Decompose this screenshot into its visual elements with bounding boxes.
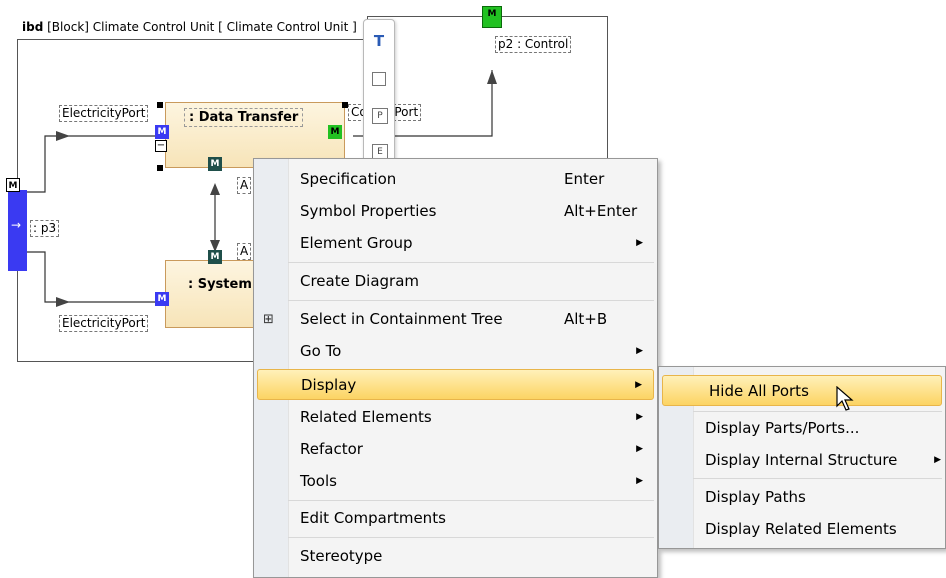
menu-item-label: Symbol Properties — [300, 202, 437, 220]
collapse-icon[interactable]: − — [155, 140, 167, 152]
a-port-label-top: A — [237, 177, 252, 194]
selection-handle[interactable] — [157, 102, 163, 108]
menu-item-label: Select in Containment Tree — [300, 310, 503, 328]
menu-item-label: Hide All Ports — [709, 382, 809, 400]
menu-item-label: Display Paths — [705, 488, 806, 506]
menu-item-shortcut: Enter — [564, 170, 605, 188]
a-port-top[interactable]: M — [208, 157, 222, 171]
text-box-button[interactable]: T — [370, 32, 388, 50]
submenu-arrow-icon: ▶ — [636, 346, 643, 356]
context-menu: Specification Enter Symbol Properties Al… — [253, 158, 658, 578]
menu-item-label: Display Related Elements — [705, 520, 897, 538]
submenu-arrow-icon: ▶ — [636, 412, 643, 422]
system-block-name: : System — [188, 277, 252, 292]
mouse-cursor-icon — [836, 386, 854, 411]
menu-item-label: Related Elements — [300, 408, 432, 426]
tree-icon: ⊞ — [263, 312, 274, 327]
electricity-port-label-top: ElectricityPort — [59, 105, 149, 122]
p3-port[interactable]: → — [8, 190, 27, 271]
menu-item-tools[interactable]: Tools ▶ — [254, 466, 657, 497]
submenu-arrow-icon: ▶ — [636, 238, 643, 248]
electricity-port-bottom[interactable]: M — [155, 292, 169, 306]
electricity-port-top[interactable]: M — [155, 125, 169, 139]
a-port-bottom[interactable]: M — [208, 250, 222, 264]
menu-item-specification[interactable]: Specification Enter — [254, 164, 657, 195]
menu-item-related-elements[interactable]: Related Elements ▶ — [254, 402, 657, 433]
port-badge: M — [6, 178, 20, 192]
submenu-arrow-icon: ▶ — [636, 444, 643, 454]
menu-item-create-diagram[interactable]: Create Diagram — [254, 266, 657, 297]
submenu-arrow-icon: ▶ — [934, 455, 941, 465]
menu-separator — [288, 262, 654, 263]
menu-item-display[interactable]: Display ▶ — [257, 369, 654, 400]
menu-item-shortcut: Alt+Enter — [564, 202, 638, 220]
menu-item-label: Display Internal Structure — [705, 451, 898, 469]
menu-item-display-internal-structure[interactable]: Display Internal Structure ▶ — [659, 445, 945, 476]
smart-manipulator-toolbar: T P E — [363, 19, 395, 171]
menu-item-label: Specification — [300, 170, 397, 188]
submenu-arrow-icon: ▶ — [636, 476, 643, 486]
part-button[interactable]: P — [372, 108, 388, 124]
port-badge: M — [487, 9, 497, 19]
menu-item-label: Element Group — [300, 234, 413, 252]
menu-item-display-related-elements[interactable]: Display Related Elements — [659, 514, 945, 545]
menu-separator — [288, 537, 654, 538]
menu-item-symbol-properties[interactable]: Symbol Properties Alt+Enter — [254, 196, 657, 227]
submenu-arrow-icon: ▶ — [635, 380, 642, 390]
frame-button[interactable] — [372, 72, 386, 86]
menu-item-element-group[interactable]: Element Group ▶ — [254, 228, 657, 259]
menu-item-label: Display Parts/Ports... — [705, 419, 860, 437]
menu-item-shortcut: Alt+B — [564, 310, 608, 328]
p3-port-label: : p3 — [30, 220, 60, 237]
menu-separator — [693, 478, 942, 479]
display-submenu: Hide All Ports Display Parts/Ports... Di… — [658, 366, 946, 549]
menu-separator — [288, 300, 654, 301]
menu-item-display-paths[interactable]: Display Paths — [659, 482, 945, 513]
data-transfer-block-name: : Data Transfer — [184, 108, 304, 127]
menu-item-label: Refactor — [300, 440, 363, 458]
menu-separator — [693, 411, 942, 412]
menu-item-hide-all-ports[interactable]: Hide All Ports — [662, 375, 942, 406]
menu-item-label: Go To — [300, 342, 342, 360]
menu-item-label: Tools — [300, 472, 337, 490]
control-port[interactable]: M — [328, 125, 342, 139]
menu-item-label: Display — [301, 376, 357, 394]
menu-item-label: Edit Compartments — [300, 509, 446, 527]
menu-separator — [288, 500, 654, 501]
menu-item-display-parts-ports[interactable]: Display Parts/Ports... — [659, 413, 945, 444]
electricity-port-label-bottom: ElectricityPort — [59, 315, 149, 332]
menu-item-select-in-containment-tree[interactable]: ⊞ Select in Containment Tree Alt+B — [254, 304, 657, 335]
menu-item-label: Stereotype — [300, 547, 383, 565]
menu-item-edit-compartments[interactable]: Edit Compartments — [254, 503, 657, 534]
a-port-label-bottom: A — [237, 243, 252, 260]
p2-port[interactable]: M — [482, 6, 502, 28]
menu-item-refactor[interactable]: Refactor ▶ — [254, 434, 657, 465]
menu-item-stereotype[interactable]: Stereotype — [254, 541, 657, 572]
selection-handle[interactable] — [157, 165, 163, 171]
p2-port-label: p2 : Control — [495, 36, 572, 53]
menu-item-label: Create Diagram — [300, 272, 420, 290]
arrow-right-icon: → — [11, 218, 22, 232]
menu-item-go-to[interactable]: Go To ▶ — [254, 336, 657, 367]
